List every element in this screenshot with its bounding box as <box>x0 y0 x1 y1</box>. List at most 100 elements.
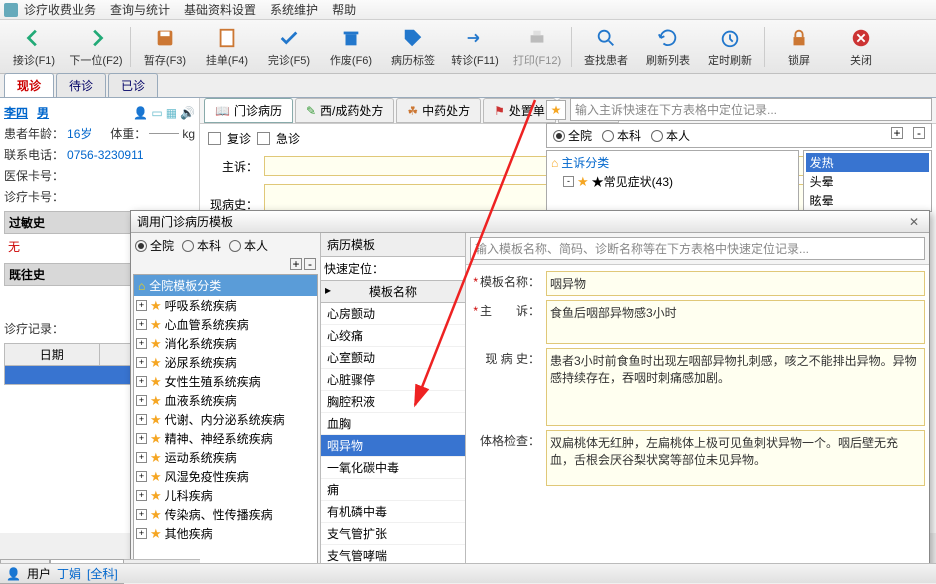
template-list-header: ▸模板名称 <box>321 280 465 303</box>
category-item[interactable]: +★风湿免疫性疾病 <box>134 467 317 486</box>
pen-icon: ✎ <box>306 104 316 118</box>
close-icon[interactable]: ✕ <box>905 214 923 230</box>
template-item[interactable]: 支气管扩张 <box>321 523 465 545</box>
toolbar-refresh[interactable]: 刷新列表 <box>638 22 698 72</box>
template-list[interactable]: 心房颤动心绞痛心室颤动心脏骤停胸腔积液血胸咽异物一氧化碳中毒痈有机磷中毒支气管扩… <box>321 303 465 569</box>
category-item[interactable]: +★儿科疾病 <box>134 486 317 505</box>
menu-item[interactable]: 诊疗收费业务 <box>24 1 96 18</box>
category-item[interactable]: +★运动系统疾病 <box>134 448 317 467</box>
template-chief-field[interactable]: 食鱼后咽部异物感3小时 <box>546 300 925 344</box>
template-item[interactable]: 心室颤动 <box>321 347 465 369</box>
category-item[interactable]: +★血液系统疾病 <box>134 391 317 410</box>
fav-icon[interactable]: ★ <box>546 100 566 120</box>
menu-item[interactable]: 查询与统计 <box>110 1 170 18</box>
expand-icon[interactable]: + <box>136 319 147 330</box>
template-item[interactable]: 有机磷中毒 <box>321 501 465 523</box>
person-icon[interactable]: 👤 <box>133 106 148 120</box>
patient-gender: 男 <box>37 104 49 121</box>
category-item[interactable]: +★精神、神经系统疾病 <box>134 429 317 448</box>
template-item[interactable]: 心脏骤停 <box>321 369 465 391</box>
template-history-field[interactable]: 患者3小时前食鱼时出现左咽部异物扎刺感，咳之不能排出异物。异物感持续存在，吞咽时… <box>546 348 925 426</box>
phone-icon[interactable]: ▦ <box>166 106 177 120</box>
toolbar-save[interactable]: 暂存(F3) <box>135 22 195 72</box>
template-exam-field[interactable]: 双扁桃体无红肿，左扁桃体上极可见鱼刺状异物一个。咽后壁无充血，舌根会厌谷梨状窝等… <box>546 430 925 486</box>
template-name-field[interactable]: 咽异物 <box>546 271 925 296</box>
dialog-title: 调用门诊病历模板 <box>137 213 233 230</box>
toolbar-find[interactable]: 查找患者 <box>576 22 636 72</box>
template-item[interactable]: 胸腔积液 <box>321 391 465 413</box>
visit-tabs: 现诊 待诊 已诊 <box>0 74 936 98</box>
menu-item[interactable]: 系统维护 <box>270 1 318 18</box>
tab-current[interactable]: 现诊 <box>4 73 54 97</box>
toolbar-print[interactable]: 打印(F12) <box>507 22 567 72</box>
template-dialog: 调用门诊病历模板 ✕ 全院 本科 本人 +- ⌂全院模板分类 +★呼吸系统疾病+… <box>130 210 930 570</box>
sound-icon[interactable]: 🔊 <box>180 106 195 120</box>
tab-waiting[interactable]: 待诊 <box>56 73 106 97</box>
template-item[interactable]: 心绞痛 <box>321 325 465 347</box>
expand-icon[interactable]: + <box>136 300 147 311</box>
template-item[interactable]: 血胸 <box>321 413 465 435</box>
revisit-checkbox[interactable] <box>208 132 221 145</box>
category-item[interactable]: +★代谢、内分泌系统疾病 <box>134 410 317 429</box>
tab-outpatient[interactable]: 📖门诊病历 <box>204 98 293 123</box>
collapse-all-icon[interactable]: - <box>304 258 316 270</box>
category-item[interactable]: +★呼吸系统疾病 <box>134 296 317 315</box>
toolbar-void[interactable]: 作废(F6) <box>321 22 381 72</box>
category-item[interactable]: +★其他疾病 <box>134 524 317 543</box>
menu-item[interactable]: 基础资料设置 <box>184 1 256 18</box>
expand-all-icon[interactable]: + <box>290 258 302 270</box>
category-item[interactable]: +★消化系统疾病 <box>134 334 317 353</box>
expand-icon[interactable]: + <box>136 338 147 349</box>
expand-icon[interactable]: + <box>136 395 147 406</box>
dlg-scope-self[interactable] <box>229 240 241 252</box>
expand-icon[interactable]: + <box>136 433 147 444</box>
template-item[interactable]: 痈 <box>321 479 465 501</box>
expand-icon[interactable]: + <box>136 414 147 425</box>
dlg-scope-all[interactable] <box>135 240 147 252</box>
toolbar-lock[interactable]: 锁屏 <box>769 22 829 72</box>
star-icon: ★ <box>150 336 162 352</box>
status-dept: [全科] <box>87 565 118 582</box>
expand-icon[interactable]: + <box>136 471 147 482</box>
menu-item[interactable]: 帮助 <box>332 1 356 18</box>
tab-chinese[interactable]: ☘中药处方 <box>396 98 481 123</box>
tab-western[interactable]: ✎西/成药处方 <box>295 98 394 123</box>
toolbar-finish[interactable]: 完诊(F5) <box>259 22 319 72</box>
tab-done[interactable]: 已诊 <box>108 73 158 97</box>
category-item[interactable]: +★心血管系统疾病 <box>134 315 317 334</box>
plus-icon[interactable]: + <box>891 127 903 139</box>
category-tree[interactable]: ⌂全院模板分类 +★呼吸系统疾病+★心血管系统疾病+★消化系统疾病+★泌尿系统疾… <box>133 274 318 567</box>
template-item[interactable]: 一氧化碳中毒 <box>321 457 465 479</box>
toolbar-timer[interactable]: 定时刷新 <box>700 22 760 72</box>
scope-self[interactable] <box>651 130 663 142</box>
toolbar-refer[interactable]: 转诊(F11) <box>445 22 505 72</box>
expand-icon[interactable]: + <box>136 490 147 501</box>
scope-all[interactable] <box>553 130 565 142</box>
dlg-scope-dept[interactable] <box>182 240 194 252</box>
template-item[interactable]: 咽异物 <box>321 435 465 457</box>
patient-name[interactable]: 李四 <box>4 104 28 121</box>
star-icon: ★ <box>150 488 162 504</box>
toolbar-hold[interactable]: 挂单(F4) <box>197 22 257 72</box>
star-icon: ★ <box>150 393 162 409</box>
expand-icon[interactable]: + <box>136 452 147 463</box>
expand-icon[interactable]: + <box>136 357 147 368</box>
category-item[interactable]: +★传染病、性传播疾病 <box>134 505 317 524</box>
toolbar-tag[interactable]: 病历标签 <box>383 22 443 72</box>
toolbar-close[interactable]: 关闭 <box>831 22 891 72</box>
scope-dept[interactable] <box>602 130 614 142</box>
card-icon[interactable]: ▭ <box>151 106 162 120</box>
urgent-checkbox[interactable] <box>257 132 270 145</box>
category-item[interactable]: +★女性生殖系统疾病 <box>134 372 317 391</box>
template-item[interactable]: 心房颤动 <box>321 303 465 325</box>
category-item[interactable]: +★泌尿系统疾病 <box>134 353 317 372</box>
chief-search[interactable]: 输入主诉快速在下方表格中定位记录... <box>570 98 932 121</box>
template-search[interactable]: 输入模板名称、简码、诊断名称等在下方表格中快速定位记录... <box>470 237 925 260</box>
toolbar-next[interactable]: 下一位(F2) <box>66 22 126 72</box>
star-icon: ★ <box>150 526 162 542</box>
expand-icon[interactable]: + <box>136 528 147 539</box>
toolbar-receive[interactable]: 接诊(F1) <box>4 22 64 72</box>
minus-icon[interactable]: - <box>913 127 925 139</box>
expand-icon[interactable]: + <box>136 376 147 387</box>
expand-icon[interactable]: + <box>136 509 147 520</box>
